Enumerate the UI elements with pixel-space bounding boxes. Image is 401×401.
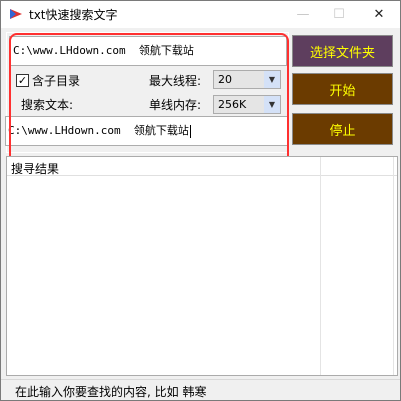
chevron-down-icon[interactable]: ▼ (264, 71, 280, 88)
results-list[interactable]: 搜寻结果 (6, 156, 398, 376)
select-folder-button[interactable]: 选择文件夹 (292, 35, 393, 67)
check-icon[interactable]: ✓ (16, 74, 29, 87)
max-threads-value: 20 (218, 73, 232, 86)
search-text-label: 搜索文本: (21, 98, 74, 112)
single-thread-mem-value: 256K (218, 98, 247, 111)
search-text-value: C:\www.LHdown.com 领航下载站 (8, 124, 189, 137)
status-text: 在此输入你要查找的内容, 比如 韩寒 (15, 385, 207, 399)
app-window: txt快速搜索文字 — ☐ ✕ C:\www.LHdown.com 领航下载站 … (0, 0, 401, 401)
search-text-input[interactable]: C:\www.LHdown.com 领航下载站 (5, 116, 288, 146)
include-subdirs-label: 含子目录 (32, 74, 81, 88)
start-button[interactable]: 开始 (292, 73, 393, 105)
window-title: txt快速搜索文字 (29, 8, 118, 22)
title-bar: txt快速搜索文字 — ☐ ✕ (1, 1, 400, 28)
max-threads-label: 最大线程: (149, 74, 202, 88)
folder-path-field[interactable]: C:\www.LHdown.com 领航下载站 (9, 36, 287, 66)
text-cursor (189, 124, 191, 138)
close-button[interactable]: ✕ (362, 1, 396, 28)
max-threads-select[interactable]: 20 ▼ (213, 70, 281, 89)
chevron-down-icon[interactable]: ▼ (264, 96, 280, 113)
single-thread-mem-label: 单线内存: (149, 98, 202, 112)
minimize-button[interactable]: — (286, 1, 320, 28)
single-thread-mem-select[interactable]: 256K ▼ (213, 95, 281, 114)
results-header: 搜寻结果 (7, 157, 397, 176)
include-subdirs-option[interactable]: ✓ 含子目录 (16, 72, 80, 89)
stop-button[interactable]: 停止 (292, 113, 393, 145)
maximize-button[interactable]: ☐ (322, 1, 356, 28)
column-divider (393, 157, 394, 375)
column-divider (320, 157, 321, 375)
status-bar: 在此输入你要查找的内容, 比如 韩寒 (1, 379, 400, 400)
results-title: 搜寻结果 (11, 162, 60, 176)
app-icon (10, 9, 22, 19)
